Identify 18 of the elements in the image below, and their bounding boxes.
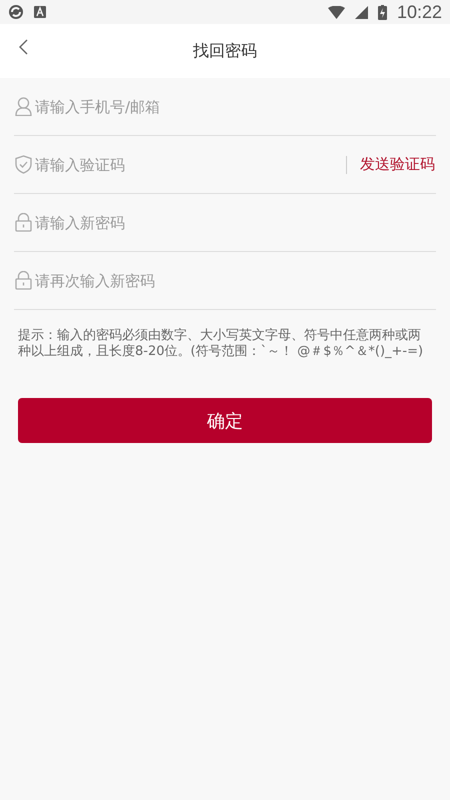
- input-field[interactable]: 请输入验证码: [35, 156, 343, 174]
- page-title: 找回密码: [193, 40, 257, 62]
- input-field[interactable]: 请再次输入新密码: [35, 272, 435, 290]
- wifi-icon: [328, 6, 345, 18]
- battery-icon: [378, 4, 387, 20]
- send-code-button[interactable]: 发送验证码: [360, 155, 435, 174]
- clock-time: 10:22: [396, 2, 442, 22]
- input-field[interactable]: 请输入新密码: [35, 214, 435, 232]
- lock-icon: [15, 271, 32, 290]
- sync-icon: [8, 4, 24, 20]
- input-field[interactable]: 请输入手机号/邮箱: [35, 98, 435, 116]
- lock-icon: [15, 213, 32, 232]
- signal-icon: [354, 6, 368, 18]
- hint-text: 提示：输入的密码必须由数字、大小写英文字母、符号中任意两种或两种以上组成，且长度8-20位。(符号范围：`～！ @＃$％^＆*()_+-=): [18, 328, 424, 360]
- confirm-button[interactable]: 确定: [18, 398, 432, 443]
- keyboard-icon: [34, 6, 46, 18]
- shield-icon: [15, 155, 32, 174]
- user-icon: [15, 97, 32, 116]
